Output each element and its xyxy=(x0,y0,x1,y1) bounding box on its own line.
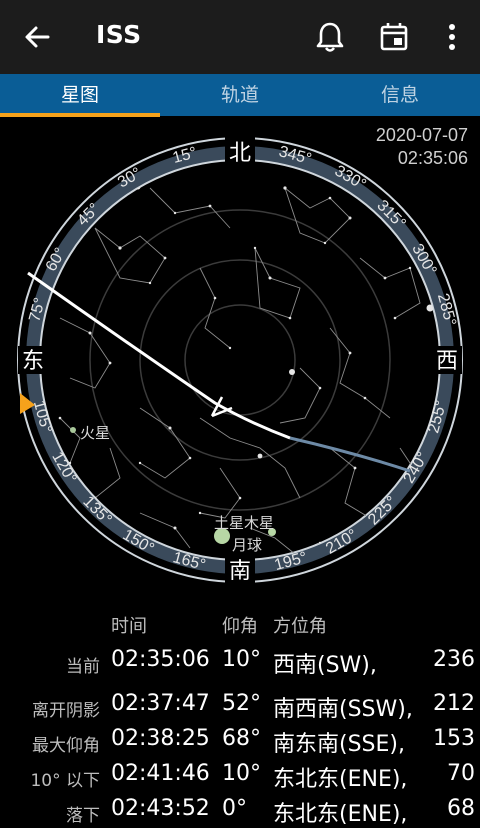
table-row: 10° 以下 02:41:46 10° 东北东(ENE), 70 xyxy=(30,761,475,792)
mars-marker[interactable] xyxy=(70,427,76,433)
table-row: 当前 02:35:06 10° 西南(SW), 236 xyxy=(66,647,475,678)
saturn-jupiter-label: 土星木星 xyxy=(214,514,274,532)
table-row: 最大仰角 02:38:25 68° 南东南(SSE), 153 xyxy=(32,726,475,757)
tab-bar: 星图 轨道 信息 xyxy=(0,74,480,116)
header-azimuth: 方位角 xyxy=(273,616,327,637)
more-vert-icon[interactable] xyxy=(435,20,469,54)
date-text: 2020-07-07 xyxy=(375,125,468,145)
bell-icon[interactable] xyxy=(313,20,347,54)
tab-orbit[interactable]: 轨道 xyxy=(160,74,320,116)
tab-info[interactable]: 信息 xyxy=(320,74,480,116)
table-row: 落下 02:43:52 0° 东北东(ENE), 68 xyxy=(66,796,475,827)
table-row: 离开阴影 02:37:47 52° 南西南(SSW), 212 xyxy=(32,691,475,722)
tab-sky-map[interactable]: 星图 xyxy=(0,74,160,116)
arrow-left-icon[interactable] xyxy=(22,22,52,52)
south-label: 南 xyxy=(229,559,251,584)
mars-label: 火星 xyxy=(80,424,110,442)
header-elevation: 仰角 xyxy=(222,616,258,637)
datetime-readout: 2020-07-07 02:35:06 xyxy=(376,124,468,170)
horizon-circle xyxy=(39,159,441,561)
header-time: 时间 xyxy=(111,616,147,637)
app-bar: ISS xyxy=(0,0,480,74)
time-text: 02:35:06 xyxy=(397,148,468,168)
moon-label: 月球 xyxy=(232,536,262,554)
north-label: 北 xyxy=(229,141,251,166)
east-label: 东 xyxy=(22,349,44,374)
west-label: 西 xyxy=(436,349,458,374)
page-title: ISS xyxy=(96,20,142,49)
sky-map[interactable]: 火星 土星木星 月球 15° 30° 45° 60° 75° 105° 120°… xyxy=(0,118,480,600)
calendar-icon[interactable] xyxy=(377,20,411,54)
tab-indicator xyxy=(0,113,160,117)
